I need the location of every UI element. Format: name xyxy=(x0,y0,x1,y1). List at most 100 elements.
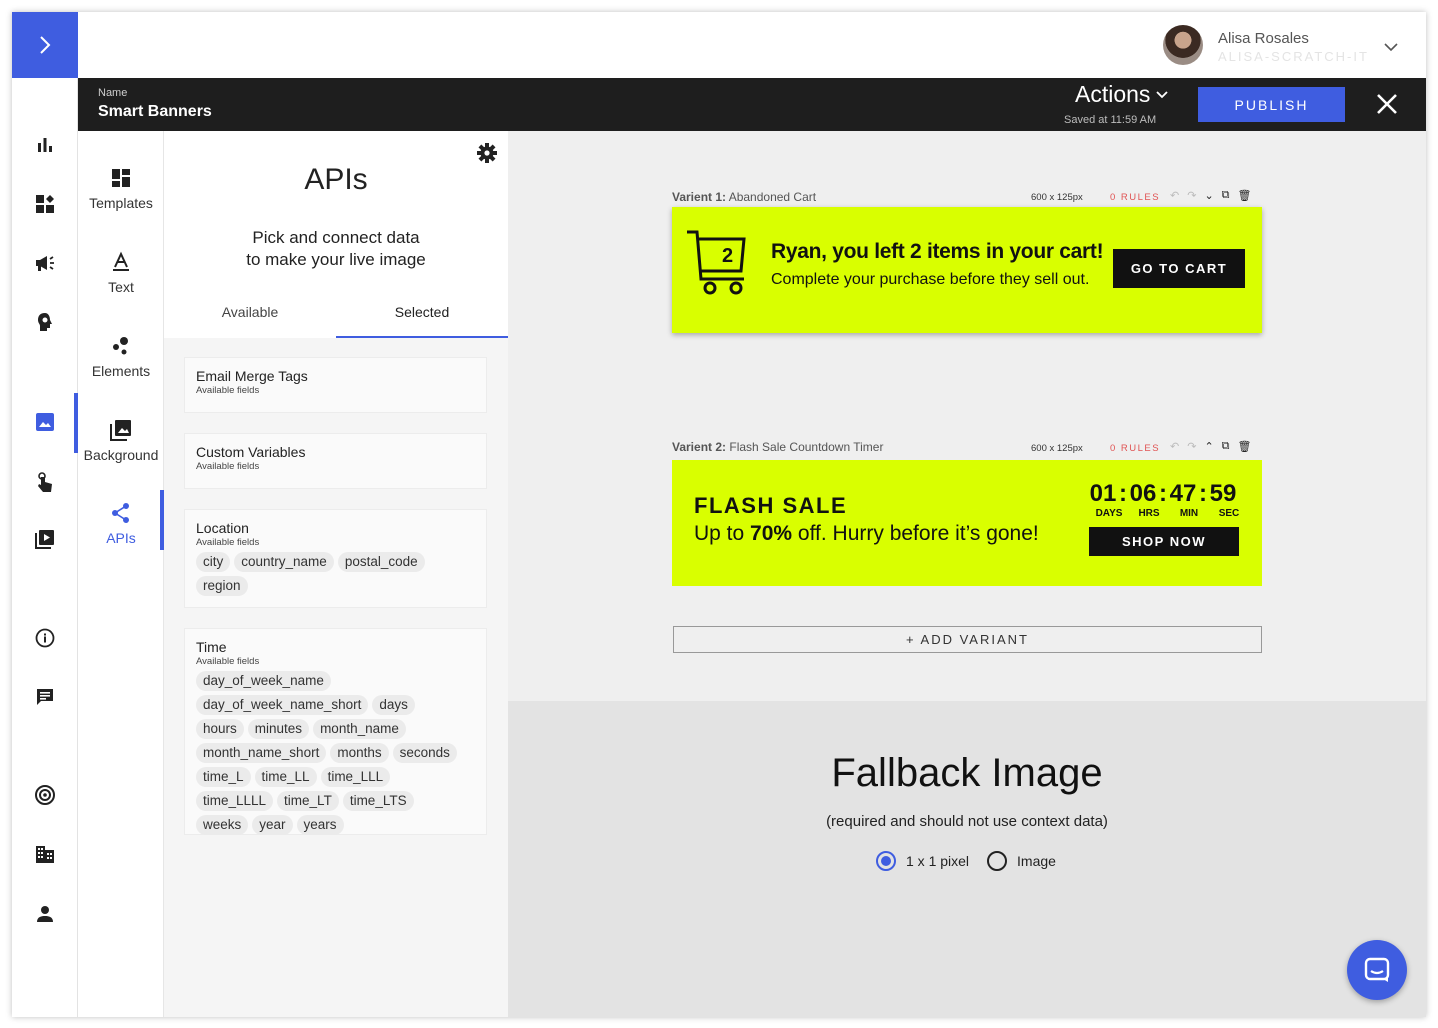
tab-available[interactable]: Available xyxy=(164,304,336,320)
field-chip[interactable]: time_LT xyxy=(277,791,339,811)
field-chip[interactable]: time_LLL xyxy=(320,767,391,787)
api-card-custom-variables[interactable]: Custom Variables Available fields xyxy=(184,433,487,489)
publish-button[interactable]: PUBLISH xyxy=(1198,87,1345,122)
tab-selected[interactable]: Selected xyxy=(336,304,508,320)
go-to-cart-button[interactable]: GO TO CART xyxy=(1113,249,1245,288)
card-subtitle: Available fields xyxy=(196,656,260,667)
field-chip[interactable]: month_name_short xyxy=(196,743,327,763)
chevron-down-icon[interactable]: ⌄ xyxy=(1204,189,1213,202)
countdown-separator: : xyxy=(1159,480,1167,507)
variant-size: 600 x 125px xyxy=(1031,443,1083,454)
subtitle-percent: 70% xyxy=(750,522,793,545)
field-chip[interactable]: hours xyxy=(196,719,244,739)
nav-images[interactable] xyxy=(33,410,57,434)
field-chip[interactable]: time_L xyxy=(196,767,251,787)
variant-banner-flash-sale[interactable]: FLASH SALE Up to 70% off. Hurry before i… xyxy=(672,460,1262,586)
trash-icon[interactable]: 🗑 xyxy=(1238,189,1252,202)
field-chip[interactable]: postal_code xyxy=(337,552,425,572)
nav-profile[interactable] xyxy=(33,902,57,926)
field-chip[interactable]: seconds xyxy=(392,743,457,763)
templates-icon xyxy=(112,169,130,187)
redo-icon[interactable]: ↷ xyxy=(1187,440,1196,453)
api-card-time[interactable]: Time Available fields day_of_week_name d… xyxy=(184,628,487,835)
banner-title: FLASH SALE xyxy=(694,493,848,518)
api-card-email-merge-tags[interactable]: Email Merge Tags Available fields xyxy=(184,357,487,413)
radio-pixel[interactable] xyxy=(876,851,896,871)
chevron-down-icon[interactable] xyxy=(1384,42,1398,52)
actions-menu[interactable]: Actions xyxy=(1075,81,1169,108)
actions-label: Actions xyxy=(1075,81,1151,107)
subtitle-post: off. Hurry before it’s gone! xyxy=(792,522,1039,545)
copy-icon[interactable]: ⧉ xyxy=(1222,440,1230,453)
chevron-up-icon[interactable]: ⌃ xyxy=(1204,440,1213,453)
countdown-labels: DAYS HRS MIN SEC xyxy=(1089,508,1249,519)
field-chip[interactable]: year xyxy=(252,815,293,835)
field-chip[interactable]: years xyxy=(296,815,344,835)
nav-dashboard[interactable] xyxy=(33,192,57,216)
gear-icon[interactable] xyxy=(476,142,498,164)
variant-name[interactable]: Abandoned Cart xyxy=(729,190,816,204)
nav-tracking[interactable] xyxy=(33,783,57,807)
card-title: Email Merge Tags xyxy=(196,368,308,384)
user-org: ALISA-SCRATCH-IT xyxy=(1218,49,1369,64)
field-chip[interactable]: minutes xyxy=(247,719,310,739)
variant-banner-abandoned-cart[interactable]: 2 Ryan, you left 2 items in your cart! C… xyxy=(672,207,1262,333)
field-chip[interactable]: day_of_week_name xyxy=(196,671,331,691)
apis-subtitle-line: to make your live image xyxy=(246,250,426,269)
redo-icon[interactable]: ↷ xyxy=(1187,189,1196,202)
countdown-label: SEC xyxy=(1218,508,1240,519)
support-chat-button[interactable] xyxy=(1347,940,1407,1000)
project-name[interactable]: Smart Banners xyxy=(98,103,212,121)
field-chip[interactable]: time_LLLL xyxy=(196,791,274,811)
field-chip[interactable]: weeks xyxy=(196,815,249,835)
shopping-cart-icon xyxy=(687,230,746,295)
field-chip[interactable]: region xyxy=(196,576,248,596)
nav-interactions[interactable] xyxy=(33,470,57,494)
field-chip[interactable]: country_name xyxy=(234,552,334,572)
name-label: Name xyxy=(98,87,128,99)
variant-rules[interactable]: 0 RULES xyxy=(1110,443,1160,454)
tool-apis[interactable]: APIs xyxy=(78,502,164,572)
nav-media[interactable] xyxy=(33,527,57,551)
field-chip[interactable]: months xyxy=(330,743,389,763)
nav-campaigns[interactable] xyxy=(33,251,57,275)
field-chip[interactable]: city xyxy=(196,552,231,572)
nav-insights[interactable] xyxy=(33,310,57,334)
tool-templates[interactable]: Templates xyxy=(78,167,164,237)
tool-text[interactable]: Text xyxy=(78,251,164,321)
trash-icon[interactable]: 🗑 xyxy=(1238,440,1252,453)
radio-image-label[interactable]: Image xyxy=(1017,853,1056,869)
field-chip[interactable]: time_LL xyxy=(254,767,317,787)
variants-canvas: Varient 1: Abandoned Cart 600 x 125px 0 … xyxy=(508,131,1426,701)
variant-name[interactable]: Flash Sale Countdown Timer xyxy=(729,440,883,454)
card-title: Time xyxy=(196,639,227,655)
nav-info[interactable] xyxy=(33,626,57,650)
shop-now-button[interactable]: SHOP NOW xyxy=(1089,527,1239,556)
tab-selected-indicator xyxy=(336,336,508,338)
expand-nav-button[interactable] xyxy=(12,12,78,78)
nav-feedback[interactable] xyxy=(33,685,57,709)
radio-image[interactable] xyxy=(987,851,1008,871)
photo-library-icon xyxy=(110,420,131,441)
variant-rules[interactable]: 0 RULES xyxy=(1110,192,1160,203)
undo-icon[interactable]: ↶ xyxy=(1170,440,1179,453)
subtitle-pre: Up to xyxy=(694,522,751,545)
field-chip[interactable]: time_LTS xyxy=(342,791,414,811)
avatar[interactable] xyxy=(1163,25,1203,65)
chevron-down-icon xyxy=(1156,90,1169,98)
copy-icon[interactable]: ⧉ xyxy=(1222,189,1230,202)
field-chip[interactable]: day_of_week_name_short xyxy=(196,695,369,715)
radio-pixel-label[interactable]: 1 x 1 pixel xyxy=(906,853,969,869)
apis-subtitle-line: Pick and connect data xyxy=(252,228,420,247)
undo-icon[interactable]: ↶ xyxy=(1170,189,1179,202)
nav-organization[interactable] xyxy=(33,842,57,866)
tool-background[interactable]: Background xyxy=(78,419,164,489)
tool-elements[interactable]: Elements xyxy=(78,335,164,405)
add-variant-button[interactable]: + ADD VARIANT xyxy=(673,626,1262,653)
nav-analytics[interactable] xyxy=(33,133,57,157)
field-chip[interactable]: days xyxy=(372,695,415,715)
api-card-location[interactable]: Location Available fields city country_n… xyxy=(184,509,487,608)
field-chip[interactable]: month_name xyxy=(313,719,406,739)
close-icon[interactable] xyxy=(1374,91,1400,117)
left-nav-rail xyxy=(12,12,78,1017)
